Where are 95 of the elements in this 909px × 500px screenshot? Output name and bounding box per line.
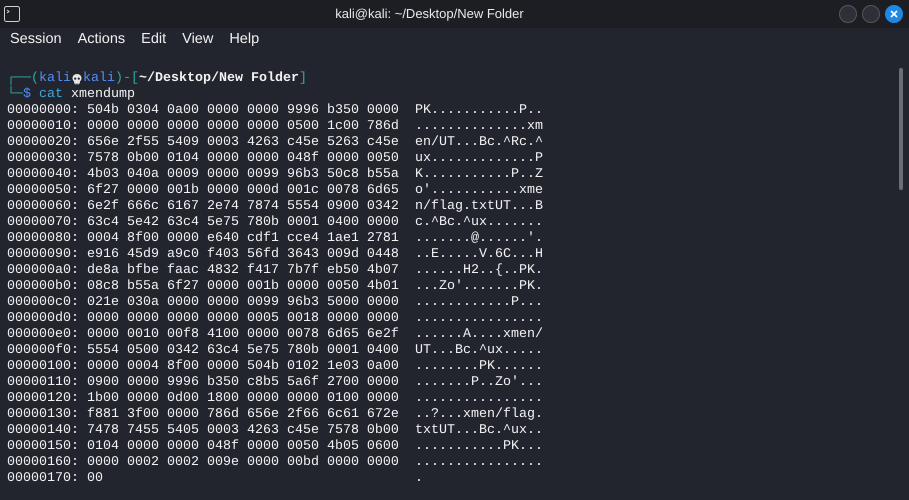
hex-offset: 00000110: xyxy=(7,375,80,391)
ascii-text: ................ xyxy=(415,455,543,471)
hex-bytes: 4b03 040a 0009 0000 0099 96b3 50c8 b55a xyxy=(87,167,400,183)
hex-offset: 000000b0: xyxy=(7,279,80,295)
hex-offset: 00000040: xyxy=(7,167,80,183)
hex-bytes: 00 xyxy=(87,471,104,487)
hex-offset: 00000170: xyxy=(7,471,80,487)
hex-offset: 000000e0: xyxy=(7,327,80,343)
close-icon xyxy=(890,10,898,18)
ascii-text: ..............xm xyxy=(415,119,543,135)
hex-offset: 000000f0: xyxy=(7,343,80,359)
prompt-frame: ] xyxy=(298,71,307,87)
hex-offset: 00000050: xyxy=(7,183,80,199)
ascii-text: o'...........xme xyxy=(415,183,543,199)
ascii-text: ........PK...... xyxy=(415,359,543,375)
hex-bytes: 7578 0b00 0104 0000 0000 048f 0000 0050 xyxy=(87,151,400,167)
prompt-frame: ┌──( xyxy=(7,71,39,87)
hex-bytes: 7478 7455 5405 0003 4263 c45e 7578 0b00 xyxy=(87,423,400,439)
ascii-text: c.^Bc.^ux....... xyxy=(415,215,543,231)
hex-offset: 00000080: xyxy=(7,231,80,247)
hex-offset: 00000000: xyxy=(7,103,80,119)
hex-bytes: 5554 0500 0342 63c4 5e75 780b 0001 0400 xyxy=(87,343,400,359)
ascii-text: K...........P..Z xyxy=(415,167,543,183)
ascii-text: .......P..Zo'... xyxy=(415,375,543,391)
hex-bytes: 08c8 b55a 6f27 0000 001b 0000 0050 4b01 xyxy=(87,279,400,295)
hex-offset: 000000c0: xyxy=(7,295,80,311)
ascii-text: en/UT...Bc.^Rc.^ xyxy=(415,135,543,151)
ascii-text: ...........PK... xyxy=(415,439,543,455)
ascii-text: ux.............P xyxy=(415,151,543,167)
ascii-text: ..E.....V.6C...H xyxy=(415,247,543,263)
minimize-button[interactable] xyxy=(839,5,857,23)
hex-bytes: 656e 2f55 5409 0003 4263 c45e 5263 c45e xyxy=(87,135,400,151)
ascii-text: ......A....xmen/ xyxy=(415,327,543,343)
hex-bytes: 6f27 0000 001b 0000 000d 001c 0078 6d65 xyxy=(87,183,400,199)
menu-item[interactable]: Actions xyxy=(72,29,132,51)
prompt-frame: )-[ xyxy=(115,71,139,87)
ascii-text: txtUT...Bc.^ux.. xyxy=(415,423,543,439)
hex-offset: 00000010: xyxy=(7,119,80,135)
hex-offset: 00000070: xyxy=(7,215,80,231)
hex-offset: 00000160: xyxy=(7,455,80,471)
hex-bytes: 0900 0000 9996 b350 c8b5 5a6f 2700 0000 xyxy=(87,375,400,391)
hex-offset: 00000150: xyxy=(7,439,80,455)
hex-bytes: 0000 0010 00f8 4100 0000 0078 6d65 6e2f xyxy=(87,327,400,343)
prompt-user: kali xyxy=(39,71,71,87)
hex-bytes: e916 45d9 a9c0 f403 56fd 3643 009d 0448 xyxy=(87,247,400,263)
window-title: kali@kali: ~/Desktop/New Folder xyxy=(334,5,525,24)
ascii-text: ................ xyxy=(415,391,543,407)
maximize-button[interactable] xyxy=(862,5,880,23)
hex-offset: 00000130: xyxy=(7,407,80,423)
hex-bytes: 6e2f 666c 6167 2e74 7874 5554 0900 0342 xyxy=(87,199,400,215)
hex-bytes: 504b 0304 0a00 0000 0000 9996 b350 0000 xyxy=(87,103,400,119)
hex-bytes: de8a bfbe faac 4832 f417 7b7f eb50 4b07 xyxy=(87,263,400,279)
ascii-text: UT...Bc.^ux..... xyxy=(415,343,543,359)
menu-item[interactable]: Help xyxy=(223,29,266,51)
prompt-symbol: $ xyxy=(23,87,31,103)
ascii-text: ...Zo'.......PK. xyxy=(415,279,543,295)
command-text: cat xyxy=(39,87,63,103)
hex-bytes: 021e 030a 0000 0000 0099 96b3 5000 0000 xyxy=(87,295,400,311)
prompt-path: ~/Desktop/New Folder xyxy=(139,71,299,87)
hex-offset: 00000100: xyxy=(7,359,80,375)
menu-item[interactable]: Edit xyxy=(135,29,172,51)
ascii-text: . xyxy=(415,471,423,487)
hex-bytes: 0000 0002 0002 009e 0000 00bd 0000 0000 xyxy=(87,455,400,471)
skull-icon xyxy=(72,74,82,84)
command-argument: xmendump xyxy=(71,87,135,103)
hex-bytes: 1b00 0000 0d00 1800 0000 0000 0100 0000 xyxy=(87,391,400,407)
hex-bytes: 0000 0000 0000 0000 0000 0500 1c00 786d xyxy=(87,119,400,135)
hex-bytes: 63c4 5e42 63c4 5e75 780b 0001 0400 0000 xyxy=(87,215,400,231)
prompt-host: kali xyxy=(83,71,115,87)
close-button[interactable] xyxy=(885,5,903,23)
prompt-frame: └─ xyxy=(7,87,23,103)
hex-bytes: 0004 8f00 0000 e640 cdf1 cce4 1ae1 2781 xyxy=(87,231,400,247)
ascii-text: .......@......'. xyxy=(415,231,543,247)
ascii-text: ..?...xmen/flag. xyxy=(415,407,543,423)
hex-offset: 00000030: xyxy=(7,151,80,167)
scrollbar-thumb[interactable] xyxy=(899,68,903,190)
hex-offset: 000000d0: xyxy=(7,311,80,327)
hex-bytes: 0000 0000 0000 0000 0005 0018 0000 0000 xyxy=(87,311,400,327)
hex-offset: 00000060: xyxy=(7,199,80,215)
hex-bytes: 0104 0000 0000 048f 0000 0050 4b05 0600 xyxy=(87,439,400,455)
hex-offset: 00000020: xyxy=(7,135,80,151)
ascii-text: ................ xyxy=(415,311,543,327)
hex-offset: 00000140: xyxy=(7,423,80,439)
hex-offset: 00000090: xyxy=(7,247,80,263)
hex-offset: 000000a0: xyxy=(7,263,80,279)
ascii-text: PK...........P.. xyxy=(415,103,543,119)
ascii-text: ............P... xyxy=(415,295,543,311)
hex-bytes: f881 3f00 0000 786d 656e 2f66 6c61 672e xyxy=(87,407,400,423)
ascii-text: ......H2..{..PK. xyxy=(415,263,543,279)
menu-item[interactable]: Session xyxy=(4,29,68,51)
hex-offset: 00000120: xyxy=(7,391,80,407)
ascii-text: n/flag.txtUT...B xyxy=(415,199,543,215)
menu-item[interactable]: View xyxy=(176,29,220,51)
hex-bytes: 0000 0004 8f00 0000 504b 0102 1e03 0a00 xyxy=(87,359,400,375)
terminal-icon xyxy=(4,6,20,22)
